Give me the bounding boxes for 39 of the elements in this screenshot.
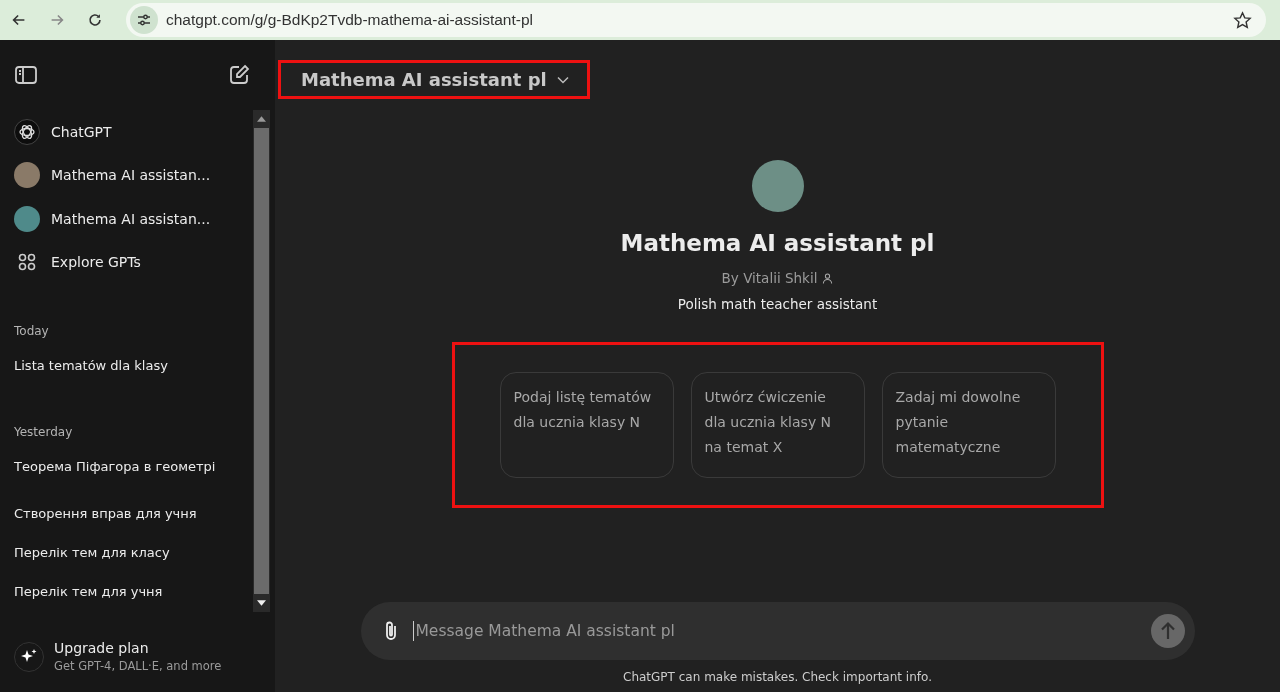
upgrade-plan-item[interactable]: Upgrade plan Get GPT-4, DALL·E, and more xyxy=(0,612,275,673)
gpt-avatar xyxy=(751,160,804,212)
suggestion-card[interactable]: Zadaj mi dowolne pytanie matematyczne xyxy=(881,372,1056,478)
gpt-description: Polish math teacher assistant xyxy=(677,296,878,312)
bookmark-star-icon[interactable] xyxy=(1233,10,1252,30)
section-heading: Yesterday xyxy=(14,424,74,441)
chat-history-item[interactable]: Lista tematów dla klasy xyxy=(14,346,168,385)
scroll-up-arrow-icon[interactable] xyxy=(257,116,266,122)
chat-history-item[interactable]: Перелік тем для класу xyxy=(14,533,170,572)
scroll-down-arrow-icon[interactable] xyxy=(257,600,266,606)
scrollbar[interactable] xyxy=(253,110,270,612)
upgrade-title: Upgrade plan xyxy=(54,640,150,656)
sidebar-toggle-icon[interactable] xyxy=(14,63,38,87)
message-composer[interactable]: Message Mathema AI assistant pl xyxy=(360,602,1195,660)
chat-history-item[interactable]: Теорема Піфагора в геометрі xyxy=(14,447,216,486)
model-selector[interactable]: Mathema AI assistant pl xyxy=(281,67,587,92)
message-input[interactable]: Message Mathema AI assistant pl xyxy=(412,621,1141,641)
author-text: By Vitalii Shkil xyxy=(721,270,818,286)
upgrade-subtitle: Get GPT-4, DALL·E, and more xyxy=(54,659,222,673)
suggestion-card[interactable]: Utwórz ćwiczenie dla ucznia klasy N na temat X xyxy=(690,372,865,478)
gpt-name: Mathema AI assistant pl xyxy=(620,230,935,256)
chat-history-item[interactable]: Створення вправ для учня xyxy=(14,494,197,533)
gpt-item[interactable]: Explore GPTs xyxy=(14,240,253,284)
sparkles-icon xyxy=(14,641,44,672)
reload-icon[interactable] xyxy=(86,11,104,29)
chevron-down-icon xyxy=(556,75,569,84)
gpt-item[interactable]: ChatGPT xyxy=(14,110,253,154)
site-settings-icon[interactable] xyxy=(130,6,158,34)
person-icon xyxy=(822,272,834,284)
gpt-item[interactable]: Mathema AI assistan... xyxy=(14,153,253,197)
url-text: chatgpt.com/g/g-BdKp2Tvdb-mathema-ai-assistant-pl xyxy=(166,11,534,29)
address-bar[interactable]: chatgpt.com/g/g-BdKp2Tvdb-mathema-ai-assistant-pl xyxy=(126,3,1266,37)
chat-history-item[interactable]: Перелік тем для учня xyxy=(14,572,163,611)
section-heading: Today xyxy=(14,323,50,340)
gpt-item[interactable]: Mathema AI assistan... xyxy=(14,197,253,241)
new-chat-icon[interactable] xyxy=(227,63,251,87)
disclaimer-text: ChatGPT can make mistakes. Check important info. xyxy=(623,670,932,684)
suggestion-card[interactable]: Podaj listę tematów dla ucznia klasy N xyxy=(499,372,674,478)
knot-logo-icon xyxy=(14,118,40,145)
